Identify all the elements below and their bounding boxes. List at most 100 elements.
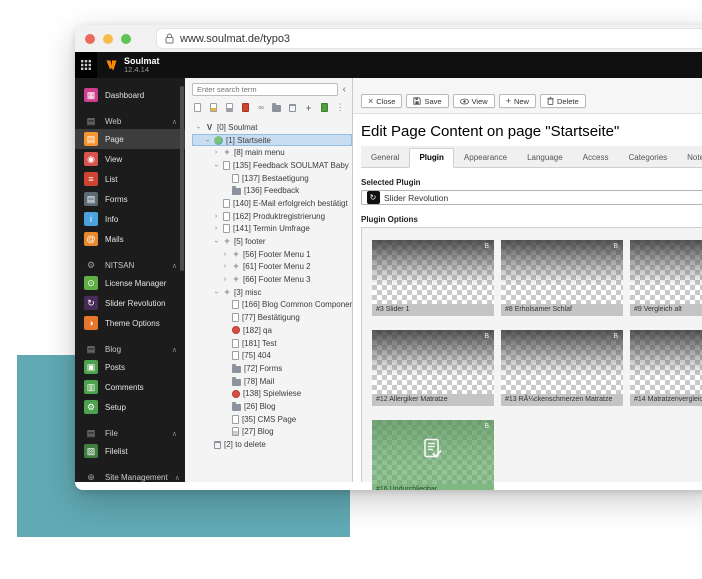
- tree-search-input[interactable]: [192, 83, 338, 96]
- tree-node[interactable]: [78] Mail: [192, 375, 352, 388]
- close-button[interactable]: ×Close: [361, 94, 402, 108]
- minimize-window-button[interactable]: [103, 34, 113, 44]
- module-section-site-management[interactable]: ⊕Site Management∧: [75, 470, 185, 482]
- caret-collapsed-icon[interactable]: ›: [221, 251, 229, 258]
- delete-page-icon[interactable]: [240, 102, 250, 113]
- caret-collapsed-icon[interactable]: ›: [221, 263, 229, 270]
- tree-node[interactable]: ›[135] Feedback SOULMAT Baby: [192, 159, 352, 172]
- slider-card[interactable]: B#8 Erholsamer Schlaf: [501, 240, 623, 316]
- more-icon[interactable]: ⋮: [335, 102, 345, 113]
- address-bar[interactable]: www.soulmat.de/typo3: [157, 29, 702, 48]
- tree-node[interactable]: ›+[5] footer: [192, 235, 352, 248]
- module-item-mails[interactable]: @Mails: [75, 229, 185, 249]
- module-item-info[interactable]: iInfo: [75, 209, 185, 229]
- tab-appearance[interactable]: Appearance: [454, 148, 517, 167]
- chevron-up-icon[interactable]: ∧: [172, 262, 177, 270]
- tree-node[interactable]: ›[162] Produktregistrierung: [192, 210, 352, 223]
- tree-node[interactable]: [2] to delete: [192, 438, 352, 451]
- caret-collapsed-icon[interactable]: ›: [221, 276, 229, 283]
- slider-card[interactable]: B#14 Matratzenvergleich: [630, 330, 702, 406]
- slider-card[interactable]: B#9 Vergleich alt: [630, 240, 702, 316]
- chevron-up-icon[interactable]: ∧: [172, 346, 177, 354]
- tab-plugin[interactable]: Plugin: [409, 148, 453, 168]
- caret-collapsed-icon[interactable]: ›: [212, 149, 220, 156]
- view-button[interactable]: View: [453, 94, 495, 108]
- tree-node[interactable]: [166] Blog Common Components: [192, 299, 352, 312]
- save-button[interactable]: Save: [406, 94, 448, 108]
- caret-expanded-icon[interactable]: ›: [213, 238, 220, 246]
- typo3-brand[interactable]: Soulmat 12.4.14: [97, 52, 168, 78]
- module-item-theme-options[interactable]: ◑Theme Options: [75, 313, 185, 333]
- tree-node[interactable]: ›+[61] Footer Menu 2: [192, 261, 352, 274]
- tree-node[interactable]: [35] CMS Page: [192, 413, 352, 426]
- tab-categories[interactable]: Categories: [618, 148, 677, 167]
- tree-node[interactable]: [72] Forms: [192, 362, 352, 375]
- folder-icon[interactable]: [272, 102, 282, 113]
- tree-node[interactable]: [140] E-Mail erfolgreich bestätigt: [192, 197, 352, 210]
- module-item-view[interactable]: ◉View: [75, 149, 185, 169]
- module-item-comments[interactable]: ▥Comments: [75, 377, 185, 397]
- slider-card[interactable]: B#3 Slider 1: [372, 240, 494, 316]
- tree-node[interactable]: [26] Blog: [192, 400, 352, 413]
- module-section-web[interactable]: ▤Web∧: [75, 114, 185, 129]
- delete-button[interactable]: Delete: [540, 94, 586, 108]
- tab-language[interactable]: Language: [517, 148, 573, 167]
- slider-card[interactable]: B#12 Allergiker Matratze: [372, 330, 494, 406]
- module-item-posts[interactable]: ▣Posts: [75, 357, 185, 377]
- caret-collapsed-icon[interactable]: ›: [212, 225, 220, 232]
- module-toggler-button[interactable]: [75, 52, 97, 78]
- module-section-file[interactable]: ▤File∧: [75, 426, 185, 441]
- module-item-setup[interactable]: ⚙Setup: [75, 397, 185, 417]
- new-record-icon[interactable]: [319, 102, 329, 113]
- caret-collapsed-icon[interactable]: ›: [212, 213, 220, 220]
- chevron-up-icon[interactable]: ∧: [175, 474, 180, 482]
- tab-notes[interactable]: Notes: [677, 148, 702, 167]
- module-item-list[interactable]: ≡List: [75, 169, 185, 189]
- tree-node[interactable]: [181] Test: [192, 337, 352, 350]
- slider-card[interactable]: B#16 Undurchliegbar: [372, 420, 494, 490]
- caret-expanded-icon[interactable]: ›: [213, 161, 220, 169]
- tree-node[interactable]: ›[141] Termin Umfrage: [192, 223, 352, 236]
- module-item-filelist[interactable]: ▨Filelist: [75, 441, 185, 461]
- trash-icon[interactable]: [288, 102, 298, 113]
- tree-node[interactable]: ›+[56] Footer Menu 1: [192, 248, 352, 261]
- tree-node[interactable]: [137] Bestaetigung: [192, 172, 352, 185]
- new-button[interactable]: +New: [499, 94, 536, 108]
- caret-expanded-icon[interactable]: ›: [195, 123, 202, 131]
- module-item-license-manager[interactable]: ⊙License Manager: [75, 273, 185, 293]
- tab-general[interactable]: General: [361, 148, 409, 167]
- module-item-page[interactable]: ▤Page: [75, 129, 185, 149]
- tree-node[interactable]: [77] Bestätigung: [192, 311, 352, 324]
- tree-node[interactable]: ›+[8] main menu: [192, 146, 352, 159]
- chevron-up-icon[interactable]: ∧: [172, 118, 177, 126]
- tree-node[interactable]: ›[1] Startseite: [192, 134, 352, 147]
- chevron-up-icon[interactable]: ∧: [172, 430, 177, 438]
- module-item-slider-revolution[interactable]: ↻Slider Revolution: [75, 293, 185, 313]
- caret-expanded-icon[interactable]: ›: [204, 136, 211, 144]
- insert-icon[interactable]: +: [304, 102, 314, 113]
- close-window-button[interactable]: [85, 34, 95, 44]
- tree-node[interactable]: ›+[66] Footer Menu 3: [192, 273, 352, 286]
- page-clipboard-icon[interactable]: [225, 102, 235, 113]
- module-section-nitsan[interactable]: ⚙NITSAN∧: [75, 258, 185, 273]
- tree-node[interactable]: ›V[0] Soulmat: [192, 121, 352, 134]
- module-section-blog[interactable]: ▤Blog∧: [75, 342, 185, 357]
- collapse-tree-icon[interactable]: ‹: [343, 85, 346, 95]
- tree-node[interactable]: ›+[3] misc: [192, 286, 352, 299]
- tree-node[interactable]: [138] Spielwiese: [192, 387, 352, 400]
- module-item-forms[interactable]: ▤Forms: [75, 189, 185, 209]
- plugin-select[interactable]: ↻ Slider Revolution: [361, 190, 702, 205]
- module-item-dashboard[interactable]: ▦Dashboard: [75, 85, 185, 105]
- tree-node[interactable]: [182] qa: [192, 324, 352, 337]
- tab-access[interactable]: Access: [573, 148, 619, 167]
- link-icon[interactable]: ∞: [256, 102, 266, 113]
- tree-node[interactable]: [27] Blog: [192, 426, 352, 439]
- new-page-icon[interactable]: [193, 102, 203, 113]
- caret-expanded-icon[interactable]: ›: [213, 288, 220, 296]
- page-info-icon[interactable]: [209, 102, 219, 113]
- slider-card[interactable]: B#13 RÃ¼ckenschmerzen Matratze: [501, 330, 623, 406]
- tree-node[interactable]: [136] Feedback: [192, 184, 352, 197]
- tree-node[interactable]: [75] 404: [192, 349, 352, 362]
- zoom-window-button[interactable]: [121, 34, 131, 44]
- module-menu-scrollbar[interactable]: [180, 86, 184, 271]
